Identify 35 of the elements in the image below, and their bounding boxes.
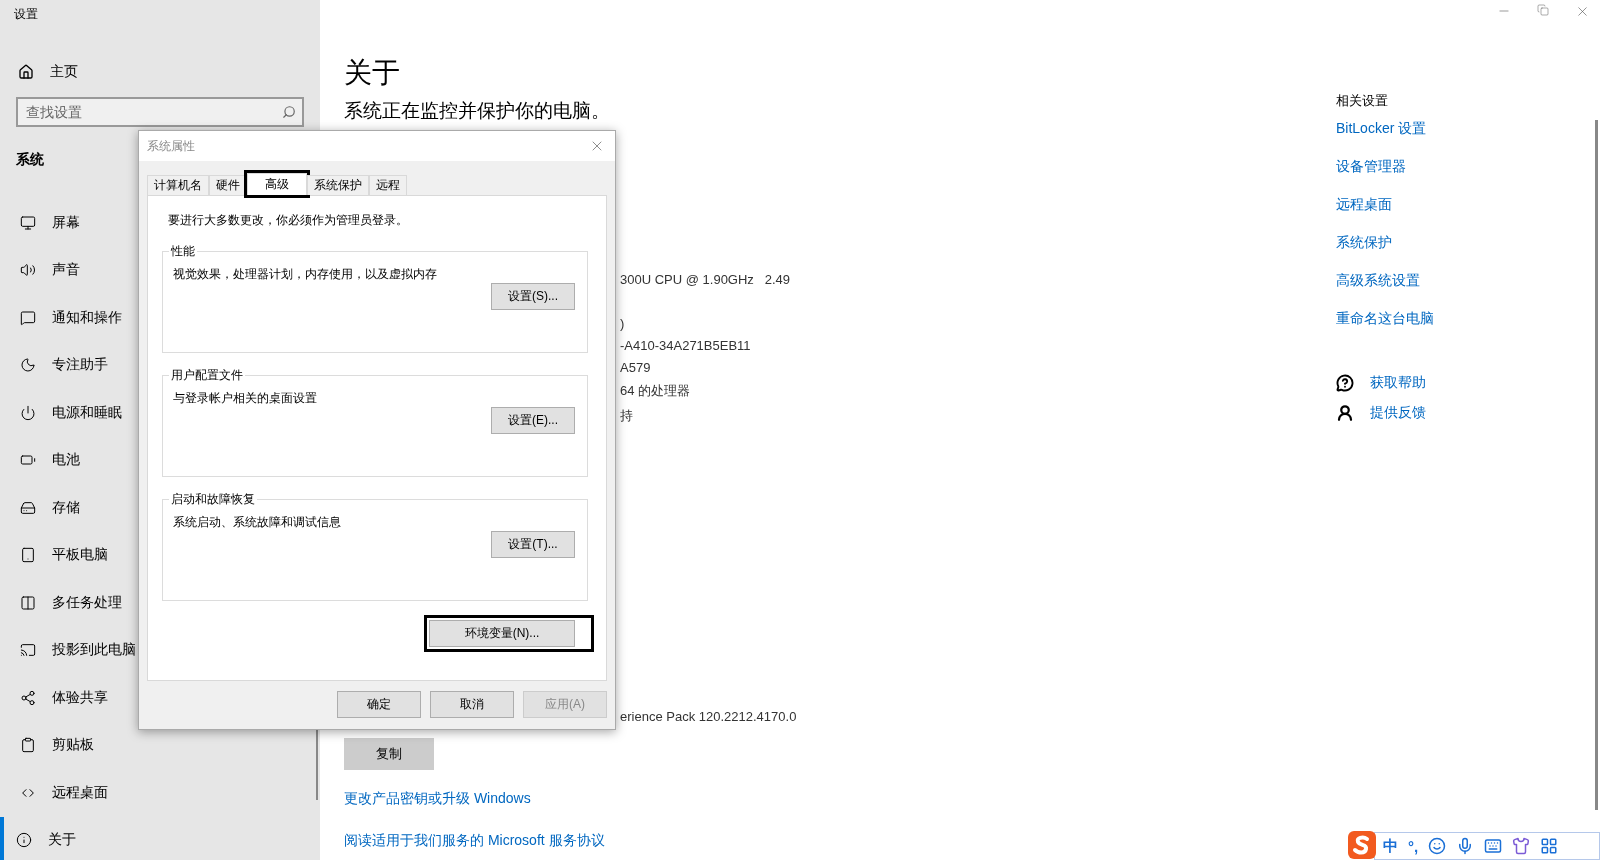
page-subtitle: 系统正在监控并保护你的电脑。 [344,99,611,123]
group-title: 性能 [170,243,196,260]
spec-value: A579 [620,360,652,375]
sidebar-label: 远程桌面 [52,783,108,802]
dialog-title: 系统属性 [147,137,195,155]
home-label: 主页 [50,63,78,81]
group-description: 与登录帐户相关的桌面设置 [173,390,318,407]
section-heading: 系统 [16,151,44,169]
group-description: 视觉效果，处理器计划，内存使用，以及虚拟内存 [173,266,438,283]
sidebar-label: 平板电脑 [52,546,108,565]
related-heading: 相关设置 [1336,92,1389,110]
sidebar-label: 声音 [52,261,80,280]
sidebar-label: 专注助手 [52,356,108,375]
spec-value: 64 的处理器 [620,382,692,400]
page-title: 关于 [344,56,401,90]
group-title: 用户配置文件 [170,367,244,384]
spec-value: 持 [620,407,634,425]
sidebar-label: 剪贴板 [52,736,94,755]
sidebar-label: 通知和操作 [52,308,122,327]
sidebar-label: 投影到此电脑 [52,641,136,660]
sidebar-label: 体验共享 [52,688,108,707]
window-title: 设置 [14,6,39,23]
spec-value: ) [620,316,626,331]
sidebar-label: 存储 [52,498,80,517]
sidebar-label: 屏幕 [52,213,80,232]
spec-value: -A410-34A271B5EB11 [620,338,752,353]
sidebar-label: 电源和睡眠 [52,403,122,422]
group-title: 启动和故障恢复 [170,491,256,508]
group-description: 系统启动、系统故障和调试信息 [173,514,342,531]
sidebar-label: 关于 [48,831,76,850]
sidebar-label: 多任务处理 [52,593,122,612]
version-value: erience Pack 120.2212.4170.0 [620,709,798,724]
admin-note: 要进行大多数更改，你必须作为管理员登录。 [168,212,409,229]
sidebar-label: 电池 [52,451,80,470]
spec-value: 300U CPU @ 1.90GHz 2.49 [620,272,791,287]
